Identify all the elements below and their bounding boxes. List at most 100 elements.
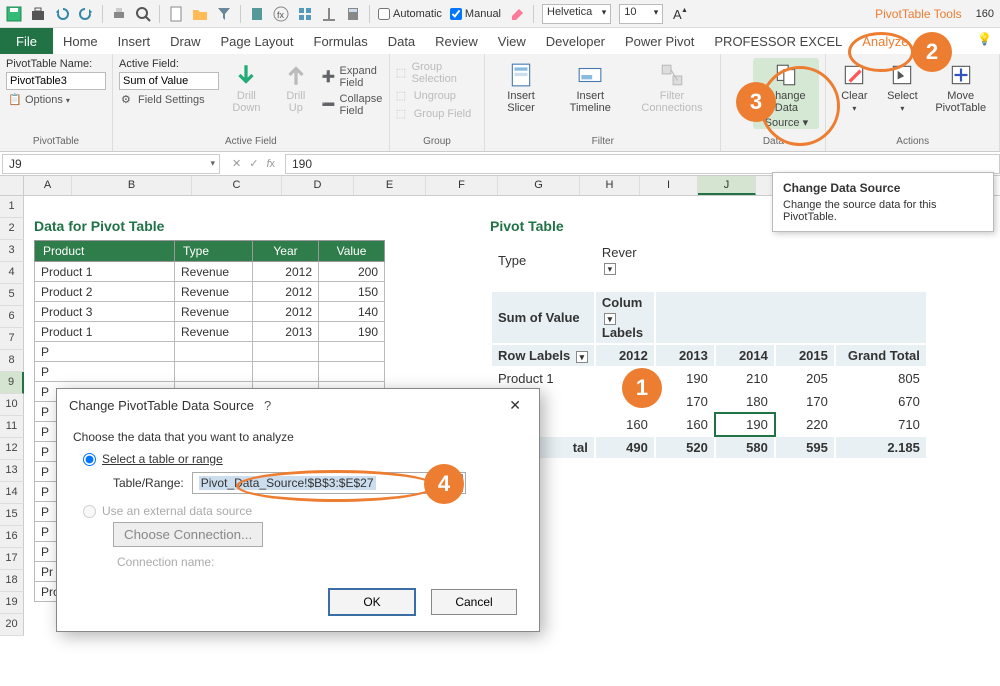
automatic-checkbox[interactable]: Automatic <box>378 8 442 20</box>
row-19[interactable]: 19 <box>0 592 24 614</box>
options-button[interactable]: 📋Options▾ <box>6 92 106 108</box>
eraser-icon[interactable] <box>509 6 525 22</box>
redo-icon[interactable] <box>78 6 94 22</box>
anchor-icon[interactable] <box>321 6 337 22</box>
tab-file[interactable]: File <box>0 28 53 54</box>
active-field-input[interactable] <box>119 72 219 90</box>
row-18[interactable]: 18 <box>0 570 24 592</box>
font-selector[interactable]: Helvetica <box>542 4 611 24</box>
cancel-formula-icon[interactable]: ✕ <box>232 157 241 170</box>
row-9[interactable]: 9 <box>0 372 24 394</box>
tell-me-icon[interactable]: 💡 <box>969 28 1000 54</box>
col-J[interactable]: J <box>698 176 756 195</box>
col-E[interactable]: E <box>354 176 426 195</box>
row-11[interactable]: 11 <box>0 416 24 438</box>
col-G[interactable]: G <box>498 176 580 195</box>
col-I[interactable]: I <box>640 176 698 195</box>
row-14[interactable]: 14 <box>0 482 24 504</box>
row-16[interactable]: 16 <box>0 526 24 548</box>
dialog-close-button[interactable]: ✕ <box>503 397 527 414</box>
drill-up-button[interactable]: Drill Up <box>274 58 318 118</box>
toolbox-icon[interactable] <box>30 6 46 22</box>
col-B[interactable]: B <box>72 176 192 195</box>
manual-checkbox[interactable]: Manual <box>450 8 501 20</box>
cancel-button[interactable]: Cancel <box>431 589 517 615</box>
table-row[interactable]: P <box>35 362 385 382</box>
tab-data[interactable]: Data <box>378 28 425 54</box>
print-icon[interactable] <box>111 6 127 22</box>
table-row[interactable]: Product 1Revenue2012200 <box>35 262 385 282</box>
row-17[interactable]: 17 <box>0 548 24 570</box>
row-15[interactable]: 15 <box>0 504 24 526</box>
dialog-titlebar[interactable]: Change PivotTable Data Source ? ✕ <box>57 389 539 422</box>
formula-input[interactable]: 190 <box>285 154 1000 174</box>
pivot-type-filter[interactable]: Rever▾ <box>596 242 654 278</box>
row-7[interactable]: 7 <box>0 328 24 350</box>
open-icon[interactable] <box>192 6 208 22</box>
preview-icon[interactable] <box>135 6 151 22</box>
group-selection-button[interactable]: ⬚Group Selection <box>396 60 478 86</box>
name-box[interactable]: J9 <box>2 154 220 174</box>
ok-button[interactable]: OK <box>329 589 415 615</box>
pivot-data-row[interactable]: Product 1 190 210 205 805 <box>492 368 926 389</box>
table-row[interactable]: Product 1Revenue2013190 <box>35 322 385 342</box>
row-13[interactable]: 13 <box>0 460 24 482</box>
grid-icon[interactable] <box>297 6 313 22</box>
tab-formulas[interactable]: Formulas <box>304 28 378 54</box>
dialog-help-button[interactable]: ? <box>254 398 281 413</box>
collapse-field-button[interactable]: ➖Collapse Field <box>322 92 383 118</box>
tab-page-layout[interactable]: Page Layout <box>211 28 304 54</box>
expand-field-button[interactable]: ➕Expand Field <box>322 64 383 90</box>
row-4[interactable]: 4 <box>0 262 24 284</box>
row-8[interactable]: 8 <box>0 350 24 372</box>
insert-timeline-button[interactable]: Insert Timeline <box>555 58 626 114</box>
calc-icon[interactable] <box>249 6 265 22</box>
row-20[interactable]: 20 <box>0 614 24 636</box>
drill-down-button[interactable]: Drill Down <box>223 58 270 118</box>
tab-insert[interactable]: Insert <box>108 28 161 54</box>
pivot-column-labels[interactable]: Colum▾ Labels <box>596 292 654 343</box>
tab-draw[interactable]: Draw <box>160 28 210 54</box>
pivot-data-row[interactable]: 170 180 170 670 <box>492 391 926 412</box>
col-F[interactable]: F <box>426 176 498 195</box>
filter-connections-button[interactable]: Filter Connections <box>630 58 715 114</box>
pivottable-name-input[interactable] <box>6 72 106 90</box>
row-10[interactable]: 10 <box>0 394 24 416</box>
font-size-selector[interactable]: 10 <box>619 4 663 24</box>
col-C[interactable]: C <box>192 176 282 195</box>
field-settings-button[interactable]: ⚙Field Settings <box>119 92 219 108</box>
insert-slicer-button[interactable]: Insert Slicer <box>491 58 551 114</box>
pivot-row-labels[interactable]: Row Labels ▾ <box>492 345 594 366</box>
tab-power-pivot[interactable]: Power Pivot <box>615 28 704 54</box>
file-icon[interactable] <box>168 6 184 22</box>
row-2[interactable]: 2 <box>0 218 24 240</box>
col-A[interactable]: A <box>24 176 72 195</box>
row-6[interactable]: 6 <box>0 306 24 328</box>
increase-font-icon[interactable]: A▲ <box>671 6 687 22</box>
fx-icon[interactable]: fx <box>266 158 275 170</box>
pivot-data-row[interactable]: 160 160 190 220 710 <box>492 414 926 435</box>
row-1[interactable]: 1 <box>0 196 24 218</box>
save-icon[interactable] <box>6 6 22 22</box>
tab-view[interactable]: View <box>488 28 536 54</box>
selected-cell[interactable]: 190 <box>716 414 774 435</box>
table-row[interactable]: P <box>35 342 385 362</box>
filter-icon[interactable] <box>216 6 232 22</box>
tab-home[interactable]: Home <box>53 28 108 54</box>
select-all-corner[interactable] <box>0 176 24 195</box>
fx-icon[interactable]: fx <box>273 6 289 22</box>
enter-formula-icon[interactable]: ✓ <box>249 157 258 170</box>
tab-developer[interactable]: Developer <box>536 28 615 54</box>
row-3[interactable]: 3 <box>0 240 24 262</box>
col-D[interactable]: D <box>282 176 354 195</box>
undo-icon[interactable] <box>54 6 70 22</box>
tab-review[interactable]: Review <box>425 28 488 54</box>
row-5[interactable]: 5 <box>0 284 24 306</box>
calc2-icon[interactable] <box>345 6 361 22</box>
group-field-button[interactable]: ⬚Group Field <box>396 106 478 122</box>
row-12[interactable]: 12 <box>0 438 24 460</box>
table-row[interactable]: Product 2Revenue2012150 <box>35 282 385 302</box>
select-table-range-radio[interactable]: Select a table or range <box>83 452 523 466</box>
col-H[interactable]: H <box>580 176 640 195</box>
table-row[interactable]: Product 3Revenue2012140 <box>35 302 385 322</box>
